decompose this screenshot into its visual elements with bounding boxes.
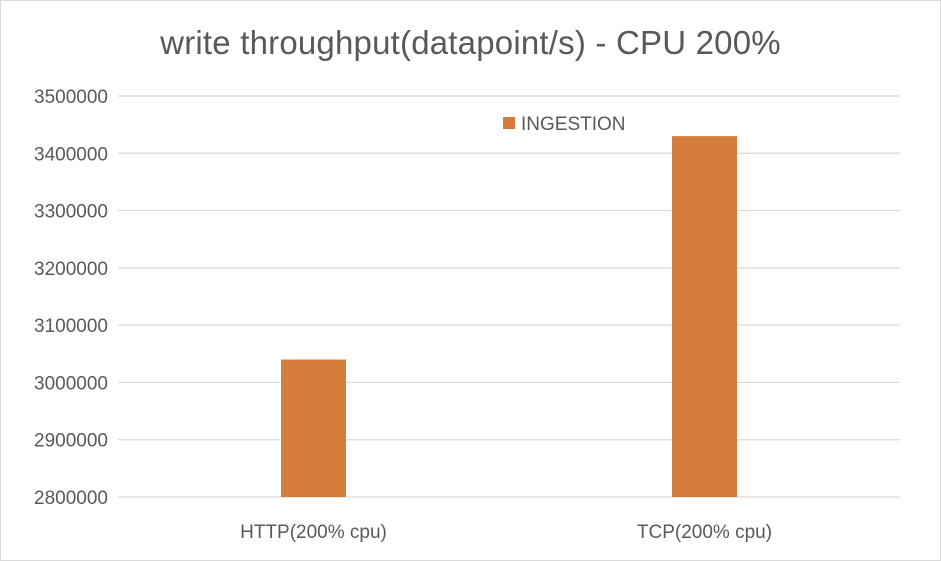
y-tick-label: 3500000 [34, 87, 108, 108]
x-axis-category-labels: HTTP(200% cpu) TCP(200% cpu) [240, 522, 772, 543]
legend-swatch [503, 117, 515, 129]
y-tick-label: 3400000 [34, 144, 108, 165]
y-tick-label: 3000000 [34, 373, 108, 394]
y-tick-label: 2800000 [34, 488, 108, 509]
bar-ingestion-0 [281, 359, 346, 497]
y-tick-label: 3100000 [34, 316, 108, 337]
y-axis-tick-labels: 2800000 2900000 3000000 3100000 3200000 33000… [34, 87, 108, 509]
bars [281, 136, 737, 497]
legend-label: INGESTION [521, 114, 626, 135]
y-tick-label: 3300000 [34, 202, 108, 223]
x-category-label: HTTP(200% cpu) [240, 522, 387, 543]
gridlines [118, 95, 900, 498]
y-tick-label: 3200000 [34, 259, 108, 280]
y-tick-label: 2900000 [34, 431, 108, 452]
bar-ingestion-1 [672, 136, 737, 497]
legend: INGESTION [503, 114, 626, 135]
x-category-label: TCP(200% cpu) [637, 522, 772, 543]
bar-chart: 2800000 2900000 3000000 3100000 3200000 33000… [34, 87, 900, 543]
